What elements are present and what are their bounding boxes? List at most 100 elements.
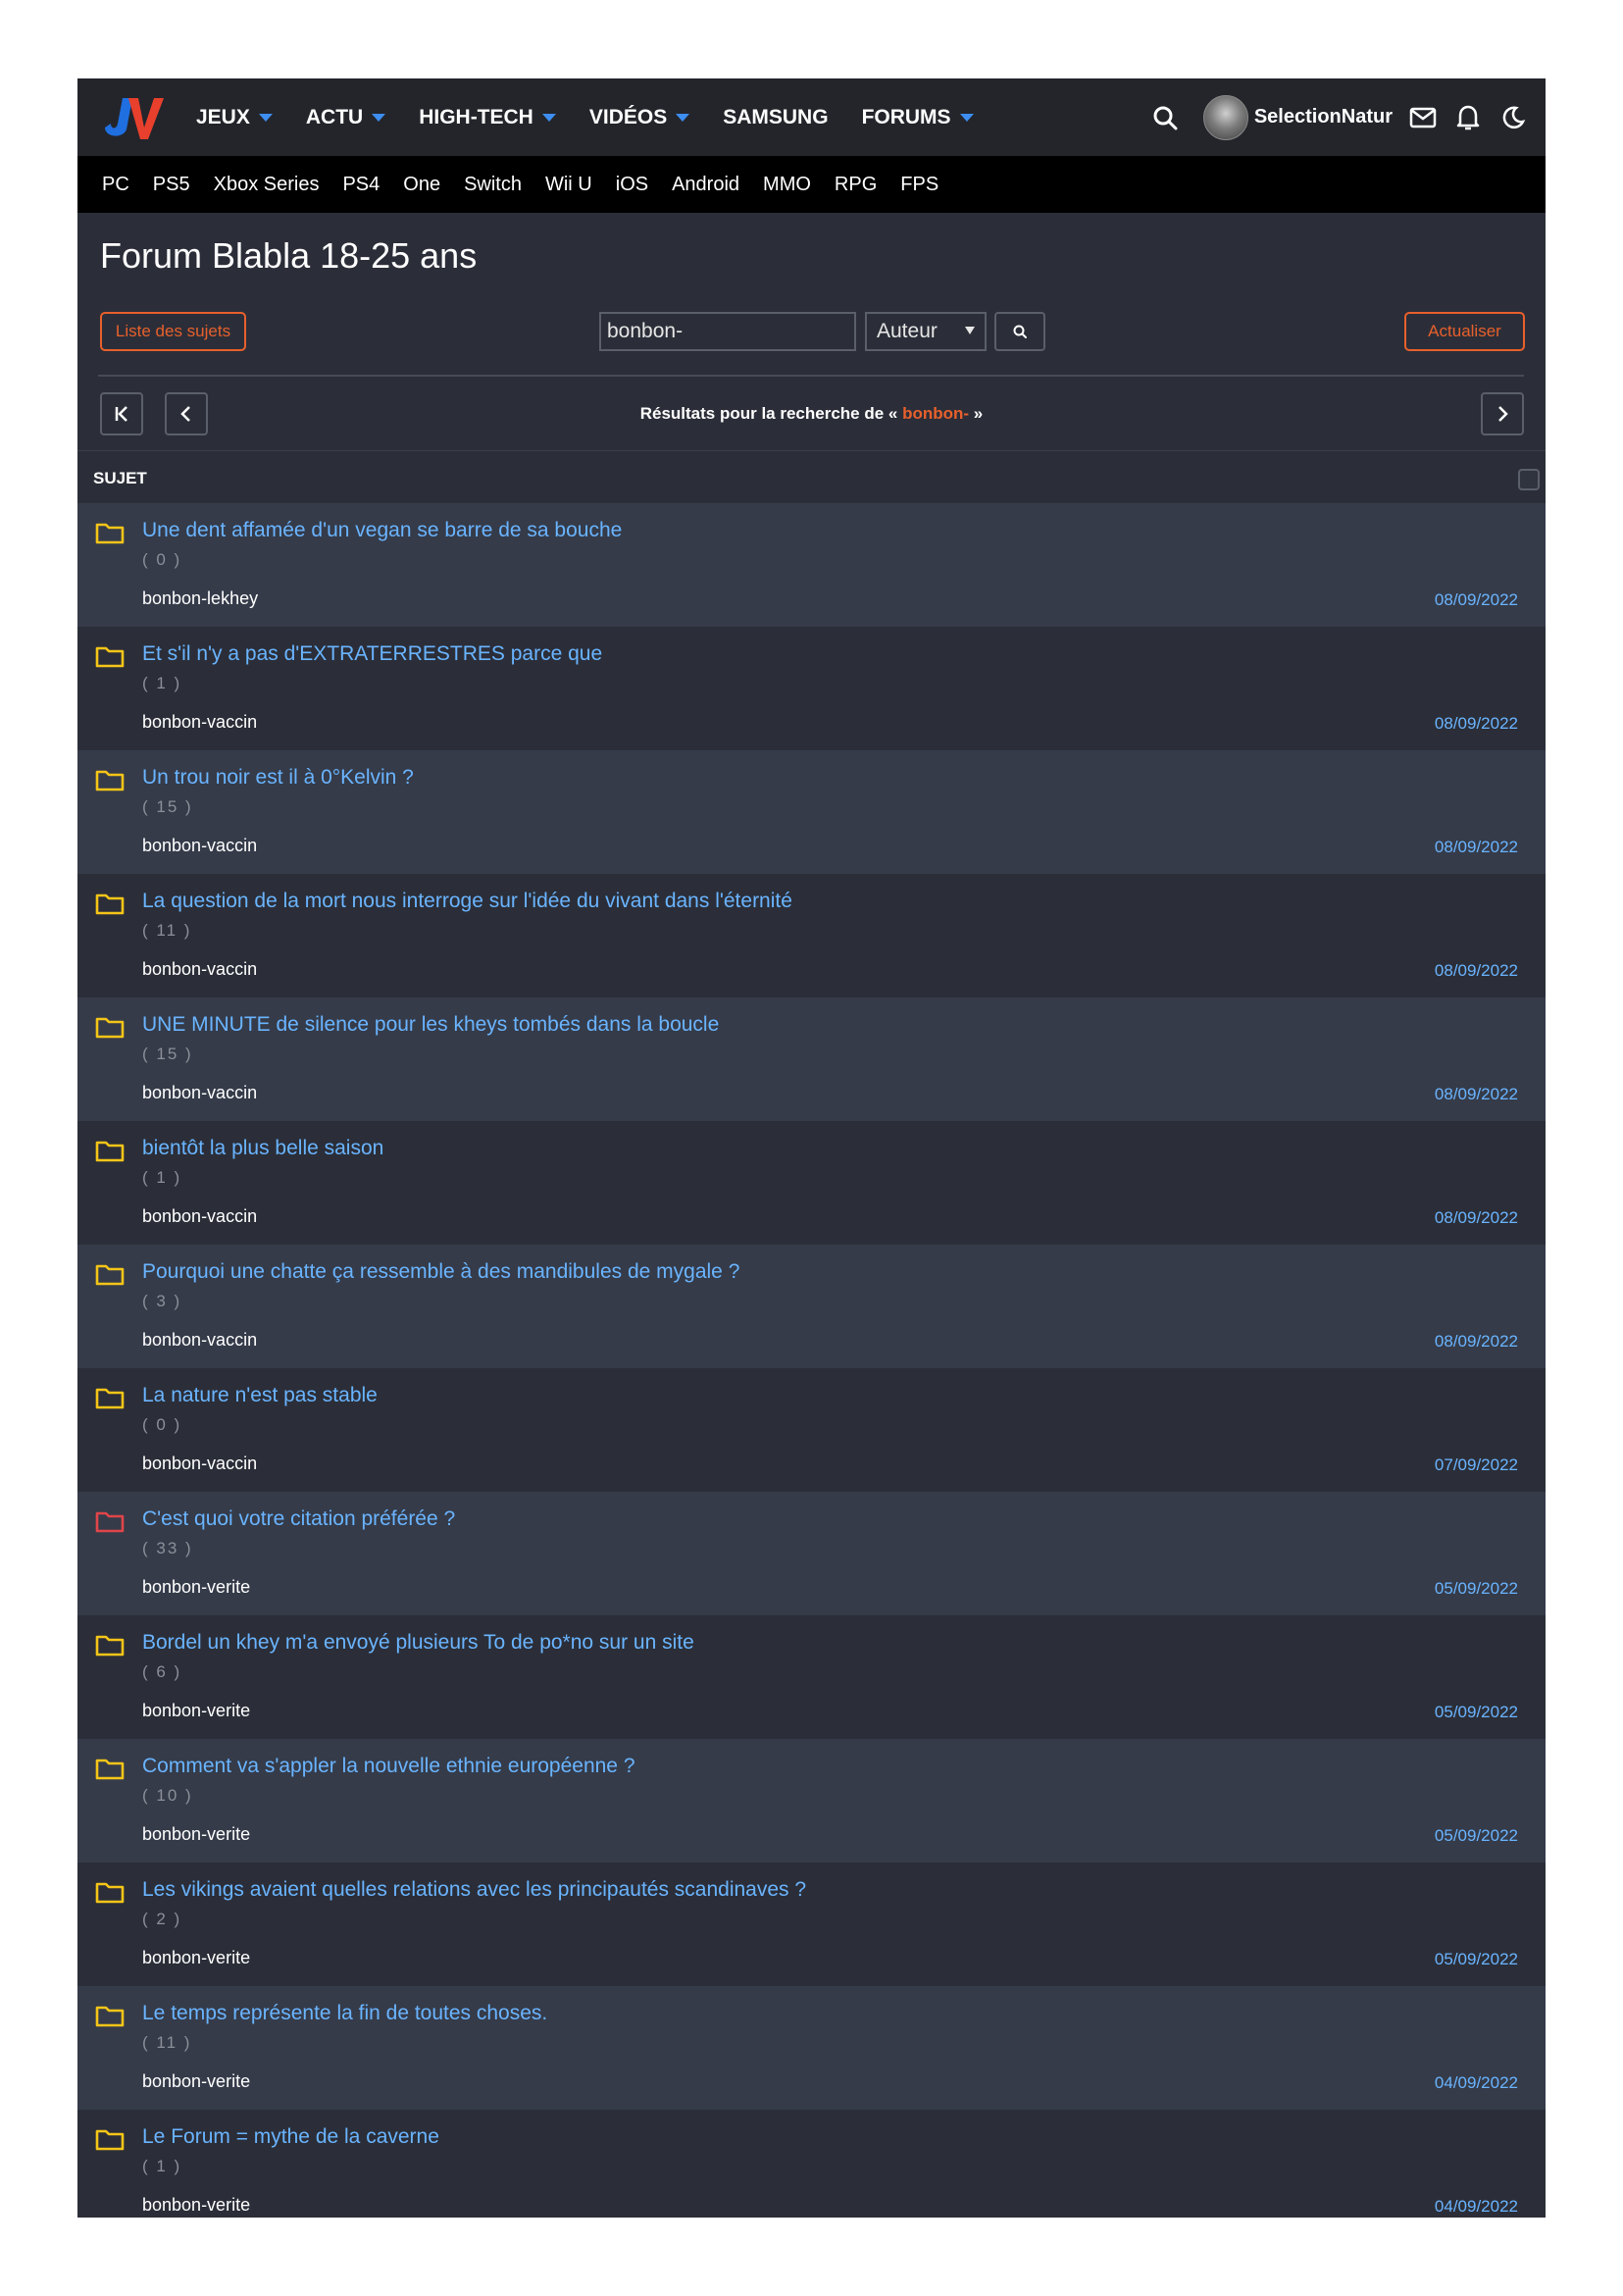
- topic-title[interactable]: Un trou noir est il à 0°Kelvin ?: [142, 766, 414, 790]
- reply-count: ( 11 ): [142, 2033, 192, 2052]
- topic-date[interactable]: 08/09/2022: [1435, 1208, 1518, 1228]
- topic-date[interactable]: 08/09/2022: [1435, 961, 1518, 981]
- topic-date[interactable]: 08/09/2022: [1435, 1332, 1518, 1352]
- refresh-button[interactable]: Actualiser: [1404, 312, 1525, 351]
- topic-author[interactable]: bonbon-vaccin: [142, 836, 257, 856]
- select-arrow-icon: [965, 327, 975, 334]
- top-navbar: JEUX ACTU HIGH-TECH VIDÉOS SAMSUNG FORUMS Sel…: [77, 78, 1546, 156]
- topic-author[interactable]: bonbon-vaccin: [142, 959, 257, 980]
- topic-title[interactable]: C'est quoi votre citation préférée ?: [142, 1507, 455, 1531]
- topic-date[interactable]: 08/09/2022: [1435, 590, 1518, 610]
- topic-title[interactable]: Une dent affamée d'un vegan se barre de …: [142, 519, 622, 542]
- platform-link-xbox-series[interactable]: Xbox Series: [214, 174, 320, 196]
- topic-author[interactable]: bonbon-verite: [142, 2071, 250, 2092]
- topic-title[interactable]: Comment va s'appler la nouvelle ethnie e…: [142, 1755, 635, 1778]
- topic-author[interactable]: bonbon-verite: [142, 2195, 250, 2216]
- platform-link-ios[interactable]: iOS: [616, 174, 648, 196]
- mail-icon[interactable]: [1408, 103, 1438, 132]
- topic-row: Et s'il n'y a pas d'EXTRATERRESTRES parc…: [77, 627, 1546, 750]
- topic-title[interactable]: Et s'il n'y a pas d'EXTRATERRESTRES parc…: [142, 642, 602, 666]
- topic-date[interactable]: 08/09/2022: [1435, 714, 1518, 734]
- folder-icon: [95, 893, 125, 915]
- avatar[interactable]: [1202, 94, 1248, 140]
- nav-item-vid-os[interactable]: VIDÉOS: [589, 106, 690, 129]
- platform-link-android[interactable]: Android: [672, 174, 739, 196]
- select-all-checkbox[interactable]: [1518, 469, 1540, 490]
- search-type-value: Auteur: [877, 320, 938, 342]
- topic-author[interactable]: bonbon-lekhey: [142, 588, 258, 609]
- caret-down-icon: [676, 113, 690, 122]
- folder-icon: [95, 1511, 125, 1533]
- topic-author[interactable]: bonbon-verite: [142, 1824, 250, 1845]
- nav-item-label: FORUMS: [861, 105, 951, 128]
- topic-author[interactable]: bonbon-vaccin: [142, 1330, 257, 1351]
- topic-author[interactable]: bonbon-verite: [142, 1948, 250, 1968]
- topic-author[interactable]: bonbon-vaccin: [142, 1206, 257, 1227]
- topic-title[interactable]: La nature n'est pas stable: [142, 1384, 378, 1407]
- topic-title[interactable]: La question de la mort nous interroge su…: [142, 890, 792, 913]
- reply-count: ( 15 ): [142, 1045, 193, 1063]
- platform-link-switch[interactable]: Switch: [464, 174, 522, 196]
- topic-author[interactable]: bonbon-verite: [142, 1701, 250, 1721]
- topic-title[interactable]: Le Forum = mythe de la caverne: [142, 2125, 439, 2149]
- topic-row: La nature n'est pas stable ( 0 ) bonbon-va…: [77, 1368, 1546, 1492]
- reply-count: ( 3 ): [142, 1292, 182, 1310]
- topic-date[interactable]: 05/09/2022: [1435, 1826, 1518, 1846]
- next-page-button[interactable]: [1481, 392, 1524, 435]
- platform-link-mmo[interactable]: MMO: [763, 174, 811, 196]
- platform-link-pc[interactable]: PC: [102, 174, 129, 196]
- nav-item-forums[interactable]: FORUMS: [862, 106, 974, 129]
- reply-count: ( 1 ): [142, 1168, 182, 1187]
- topic-date[interactable]: 08/09/2022: [1435, 1085, 1518, 1104]
- column-label-subject: SUJET: [93, 469, 147, 487]
- topic-title[interactable]: Pourquoi une chatte ça ressemble à des m…: [142, 1260, 739, 1284]
- search-icon[interactable]: [1150, 103, 1180, 132]
- platform-link-rpg[interactable]: RPG: [835, 174, 877, 196]
- search-input[interactable]: bonbon-: [599, 312, 856, 351]
- moon-icon[interactable]: [1498, 103, 1528, 132]
- topic-row: bientôt la plus belle saison ( 1 ) bonbon-…: [77, 1121, 1546, 1245]
- topic-date[interactable]: 05/09/2022: [1435, 1579, 1518, 1599]
- topic-date[interactable]: 04/09/2022: [1435, 2197, 1518, 2217]
- topic-title[interactable]: Les vikings avaient quelles relations av…: [142, 1878, 806, 1902]
- topic-list-button[interactable]: Liste des sujets: [100, 312, 246, 351]
- platform-link-wii-u[interactable]: Wii U: [545, 174, 592, 196]
- platform-menu: PC PS5 Xbox Series PS4 One Switch Wii U iOS Andr…: [77, 156, 1546, 213]
- nav-item-jeux[interactable]: JEUX: [196, 106, 273, 129]
- search-icon: [1013, 325, 1027, 338]
- search-button[interactable]: [994, 312, 1045, 351]
- topic-author[interactable]: bonbon-verite: [142, 1577, 250, 1598]
- search-type-select[interactable]: Auteur: [865, 312, 987, 351]
- platform-link-one[interactable]: One: [403, 174, 440, 196]
- caret-down-icon: [258, 113, 273, 122]
- folder-icon: [95, 2006, 125, 2027]
- nav-item-high-tech[interactable]: HIGH-TECH: [419, 106, 556, 129]
- nav-item-actu[interactable]: ACTU: [306, 106, 386, 129]
- topic-title[interactable]: Bordel un khey m'a envoyé plusieurs To d…: [142, 1631, 694, 1655]
- caret-down-icon: [959, 113, 974, 122]
- reply-count: ( 15 ): [142, 797, 193, 816]
- platform-link-ps5[interactable]: PS5: [153, 174, 190, 196]
- username[interactable]: SelectionNatur: [1254, 106, 1393, 128]
- platform-link-ps4[interactable]: PS4: [342, 174, 380, 196]
- folder-icon: [95, 2129, 125, 2151]
- nav-item-samsung[interactable]: SAMSUNG: [723, 106, 828, 129]
- topic-title[interactable]: UNE MINUTE de silence pour les kheys tom…: [142, 1013, 719, 1037]
- topic-title[interactable]: bientôt la plus belle saison: [142, 1137, 383, 1160]
- topic-date[interactable]: 05/09/2022: [1435, 1703, 1518, 1722]
- platform-link-fps[interactable]: FPS: [900, 174, 938, 196]
- bell-icon[interactable]: [1453, 103, 1483, 132]
- topic-title[interactable]: Le temps représente la fin de toutes cho…: [142, 2002, 547, 2025]
- topic-date[interactable]: 07/09/2022: [1435, 1455, 1518, 1475]
- jv-logo[interactable]: [99, 94, 164, 141]
- topic-date[interactable]: 05/09/2022: [1435, 1950, 1518, 1969]
- reply-count: ( 2 ): [142, 1910, 182, 1928]
- topic-author[interactable]: bonbon-vaccin: [142, 1454, 257, 1474]
- topic-date[interactable]: 04/09/2022: [1435, 2073, 1518, 2093]
- reply-count: ( 0 ): [142, 1415, 182, 1434]
- topic-author[interactable]: bonbon-vaccin: [142, 1083, 257, 1103]
- topic-row: C'est quoi votre citation préférée ? ( 33…: [77, 1492, 1546, 1615]
- topic-date[interactable]: 08/09/2022: [1435, 838, 1518, 857]
- topic-author[interactable]: bonbon-vaccin: [142, 712, 257, 733]
- folder-icon: [95, 1882, 125, 1904]
